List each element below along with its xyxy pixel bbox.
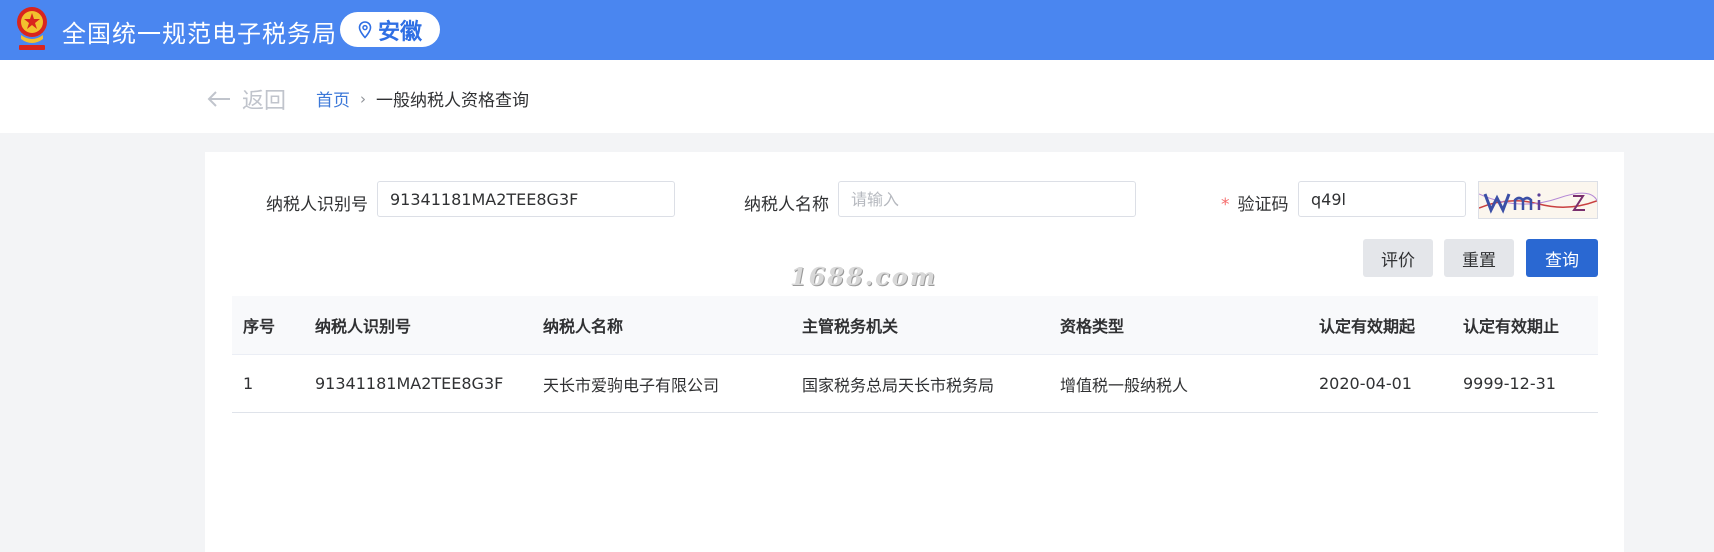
column-header-valid-from: 认定有效期起 [1319, 317, 1416, 336]
query-button[interactable]: 查询 [1526, 239, 1598, 277]
region-label: 安徽 [377, 19, 422, 45]
watermark-text: 1688.com [790, 262, 938, 291]
breadcrumb-home-link[interactable]: 首页 [316, 86, 350, 111]
column-header-qualification-type: 资格类型 [1060, 317, 1125, 336]
results-table: 序号 纳税人识别号 纳税人名称 主管税务机关 资格类型 认定有效期起 认定有效期… [232, 296, 1598, 413]
column-header-taxpayer-id: 纳税人识别号 [315, 317, 412, 336]
breadcrumb-current: 一般纳税人资格查询 [376, 91, 529, 111]
captcha-picture [1479, 192, 1597, 214]
back-button[interactable]: 返回 [206, 83, 286, 115]
arrow-left-icon [207, 91, 230, 107]
column-header-index: 序号 [243, 317, 276, 336]
taxpayer-id-label: 纳税人识别号 [266, 195, 368, 215]
breadcrumb-separator: › [360, 89, 366, 108]
region-selector[interactable]: 安徽 [340, 12, 440, 47]
cell-taxpayer-name: 天长市爱驹电子有限公司 [543, 375, 720, 395]
taxpayer-name-label: 纳税人名称 [744, 195, 829, 215]
captcha-image[interactable] [1478, 181, 1598, 219]
table-row: 1 91341181MA2TEE8G3F 天长市爱驹电子有限公司 国家税务总局天… [232, 355, 1598, 413]
site-title: 全国统一规范电子税务局 [62, 20, 337, 48]
taxpayer-name-input[interactable] [838, 181, 1136, 217]
column-header-taxpayer-name: 纳税人名称 [543, 317, 624, 336]
captcha-label: * 验证码 [1221, 190, 1289, 215]
cell-qualification-type: 增值税一般纳税人 [1060, 375, 1189, 395]
cell-index: 1 [243, 374, 254, 393]
nav-bar: 返回 首页 › 一般纳税人资格查询 [0, 60, 1714, 133]
location-pin-icon [358, 20, 372, 39]
table-header: 序号 纳税人识别号 纳税人名称 主管税务机关 资格类型 认定有效期起 认定有效期… [232, 296, 1598, 355]
tax-emblem-icon [17, 7, 47, 50]
cell-valid-from: 2020-04-01 [1319, 374, 1412, 393]
cell-taxpayer-id: 91341181MA2TEE8G3F [315, 374, 504, 393]
top-bar: 全国统一规范电子税务局 安徽 [0, 0, 1714, 60]
required-mark: * [1221, 195, 1230, 215]
column-header-valid-to: 认定有效期止 [1463, 317, 1560, 336]
captcha-input[interactable] [1298, 181, 1466, 217]
taxpayer-id-input[interactable] [377, 181, 675, 217]
reset-button[interactable]: 重置 [1444, 239, 1514, 277]
cell-valid-to: 9999-12-31 [1463, 374, 1556, 393]
cell-tax-authority: 国家税务总局天长市税务局 [802, 375, 995, 395]
evaluate-button[interactable]: 评价 [1363, 239, 1433, 277]
column-header-tax-authority: 主管税务机关 [802, 317, 899, 336]
captcha-label-text: 验证码 [1237, 195, 1289, 215]
back-label: 返回 [242, 89, 287, 114]
breadcrumb: 首页 › 一般纳税人资格查询 [316, 86, 529, 112]
